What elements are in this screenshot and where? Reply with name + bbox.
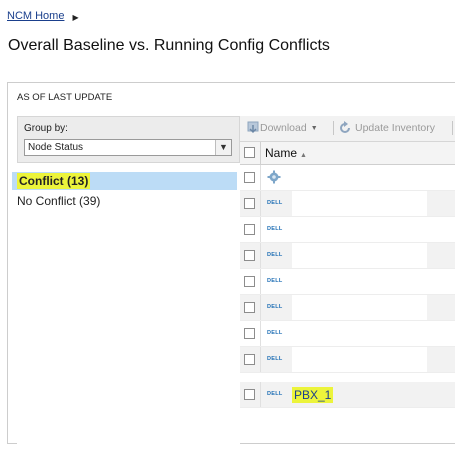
download-button[interactable]: Download ▼ xyxy=(246,121,318,135)
select-all-checkbox[interactable] xyxy=(244,147,255,158)
dell-logo-icon: DELL xyxy=(267,330,283,336)
row-checkbox[interactable] xyxy=(244,224,255,235)
table-row[interactable]: DELL xyxy=(240,243,455,269)
table-row[interactable]: DELL xyxy=(240,269,455,295)
dell-logo-icon: DELL xyxy=(267,226,283,232)
row-name-pbx[interactable]: PBX_1 xyxy=(292,387,334,403)
row-checkbox[interactable] xyxy=(244,328,255,339)
toolbar-separator xyxy=(333,121,334,135)
row-checkbox-cell xyxy=(240,243,261,268)
grid-toolbar: Download ▼ Update Inventory xyxy=(240,116,455,142)
dell-logo-icon: DELL xyxy=(267,391,283,397)
breadcrumb: NCM Home ▶ xyxy=(7,10,79,22)
group-by-select[interactable]: Node Status ▼ xyxy=(24,139,232,156)
row-checkbox-cell xyxy=(240,295,261,320)
select-all-cell xyxy=(240,142,261,164)
row-checkbox[interactable] xyxy=(244,354,255,365)
group-by-label: Group by: xyxy=(24,123,68,134)
dell-logo-icon: DELL xyxy=(267,356,283,362)
chevron-down-icon[interactable]: ▼ xyxy=(311,125,318,132)
table-row[interactable]: DELL xyxy=(240,191,455,217)
row-checkbox[interactable] xyxy=(244,250,255,261)
name-column-header[interactable]: Name ▲ xyxy=(265,146,307,160)
node-grid: Download ▼ Update Inventory Name ▲ DELL … xyxy=(240,116,455,456)
breadcrumb-arrow-icon[interactable]: ▶ xyxy=(72,13,78,22)
update-inventory-label: Update Inventory xyxy=(355,122,435,134)
row-name-cell xyxy=(292,191,427,216)
row-checkbox[interactable] xyxy=(244,302,255,313)
dell-logo-icon: DELL xyxy=(267,252,283,258)
group-item-no-conflict[interactable]: No Conflict (39) xyxy=(12,192,237,210)
group-by-panel: Group by: Node Status ▼ Conflict (13) No… xyxy=(12,116,240,456)
row-checkbox-cell xyxy=(240,321,261,346)
row-name-cell xyxy=(292,347,427,372)
row-checkbox[interactable] xyxy=(244,276,255,287)
row-checkbox[interactable] xyxy=(244,172,255,183)
group-item-label: No Conflict (39) xyxy=(17,194,101,208)
update-inventory-button[interactable]: Update Inventory xyxy=(338,121,435,135)
download-icon xyxy=(247,121,259,134)
dell-logo-icon: DELL xyxy=(267,278,283,284)
sort-ascending-icon: ▲ xyxy=(300,152,307,159)
breadcrumb-ncm-home-link[interactable]: NCM Home xyxy=(7,10,64,22)
row-checkbox-cell xyxy=(240,269,261,294)
table-row[interactable]: DELL xyxy=(240,217,455,243)
refresh-icon xyxy=(340,121,350,133)
conflicts-panel: AS OF LAST UPDATE Group by: Node Status … xyxy=(7,82,455,456)
group-by-selected-value: Node Status xyxy=(28,142,84,153)
row-checkbox[interactable] xyxy=(244,389,255,400)
chevron-down-icon[interactable]: ▼ xyxy=(215,140,231,155)
page-title: Overall Baseline vs. Running Config Conf… xyxy=(8,37,330,54)
group-item-conflict[interactable]: Conflict (13) xyxy=(12,172,237,190)
row-checkbox-cell xyxy=(240,347,261,372)
group-item-label: Conflict (13) xyxy=(17,173,91,189)
row-checkbox-cell xyxy=(240,191,261,216)
name-header-label: Name xyxy=(265,146,298,160)
table-row[interactable]: DELL xyxy=(240,295,455,321)
download-label: Download xyxy=(260,122,307,134)
dell-logo-icon: DELL xyxy=(267,304,283,310)
table-row[interactable] xyxy=(240,165,455,191)
table-row[interactable]: DELL PBX_1 xyxy=(240,382,455,408)
row-checkbox-cell xyxy=(240,165,261,190)
row-name-cell xyxy=(292,243,427,268)
table-row[interactable]: DELL xyxy=(240,347,455,373)
row-name-cell xyxy=(292,295,427,320)
grid-header: Name ▲ xyxy=(240,142,455,165)
dell-logo-icon: DELL xyxy=(267,200,283,206)
toolbar-separator xyxy=(452,121,453,135)
row-checkbox-cell xyxy=(240,382,261,407)
as-of-label: AS OF LAST UPDATE xyxy=(17,92,113,103)
row-checkbox[interactable] xyxy=(244,198,255,209)
gear-icon xyxy=(267,170,281,184)
table-row[interactable]: DELL xyxy=(240,321,455,347)
row-checkbox-cell xyxy=(240,217,261,242)
group-by-box: Group by: Node Status ▼ xyxy=(17,116,240,163)
